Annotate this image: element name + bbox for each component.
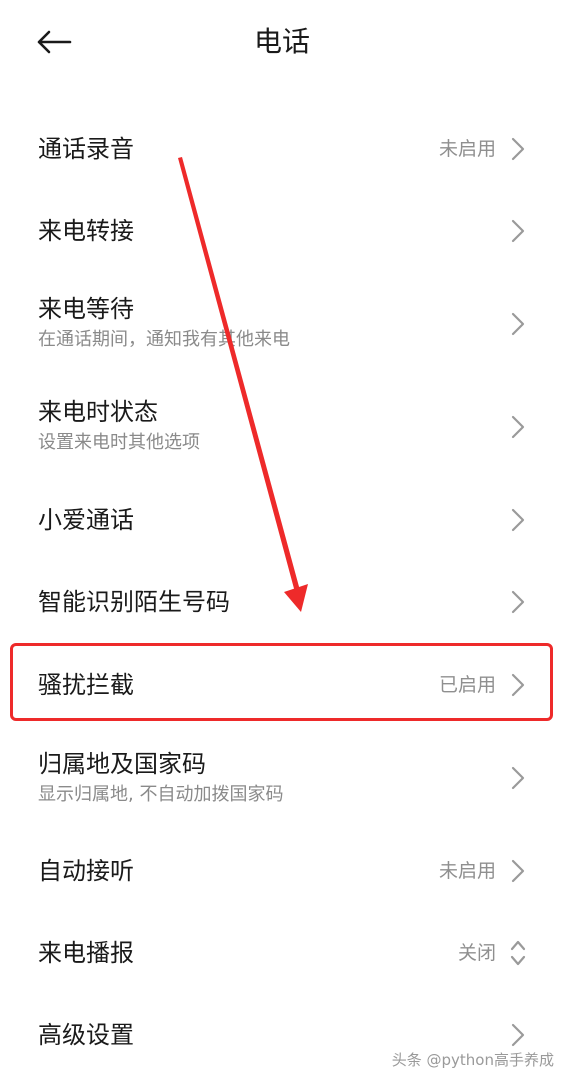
watermark: 头条 @python高手养成 — [391, 1051, 554, 1069]
settings-row-call-forwarding[interactable]: 来电转接 — [0, 190, 564, 272]
settings-row-incoming-call-status[interactable]: 来电时状态 设置来电时其他选项 — [0, 378, 564, 478]
settings-row-call-recording[interactable]: 通话录音 未启用 — [0, 108, 564, 190]
row-title: 来电播报 — [38, 939, 134, 967]
chevron-up-down-icon — [510, 940, 526, 966]
row-status: 未启用 — [438, 860, 496, 882]
page-title: 电话 — [253, 25, 310, 58]
row-title: 小爱通话 — [38, 506, 134, 534]
settings-row-caller-announcement[interactable]: 来电播报 关闭 — [0, 912, 564, 994]
row-title: 来电时状态 — [38, 398, 158, 426]
settings-row-call-waiting[interactable]: 来电等待 在通话期间，通知我有其他来电 — [0, 275, 564, 375]
highlight-box — [10, 643, 553, 721]
chevron-right-icon — [511, 508, 525, 532]
chevron-right-icon — [511, 859, 525, 883]
chevron-right-icon — [511, 590, 525, 614]
row-title: 来电等待 — [38, 295, 134, 323]
row-status: 未启用 — [438, 138, 496, 160]
row-status: 关闭 — [457, 942, 496, 964]
row-title: 来电转接 — [38, 217, 134, 245]
row-title: 智能识别陌生号码 — [38, 588, 230, 616]
settings-row-location-country-code[interactable]: 归属地及国家码 显示归属地, 不自动加拨国家码 — [0, 730, 564, 830]
settings-row-auto-answer[interactable]: 自动接听 未启用 — [0, 830, 564, 912]
settings-row-smart-caller-id[interactable]: 智能识别陌生号码 — [0, 562, 564, 644]
row-subtitle: 显示归属地, 不自动加拨国家码 — [38, 784, 284, 805]
settings-row-xiaoai-call[interactable]: 小爱通话 — [0, 480, 564, 562]
row-title: 自动接听 — [38, 857, 134, 885]
row-subtitle: 设置来电时其他选项 — [38, 432, 200, 453]
chevron-right-icon — [511, 766, 525, 790]
chevron-right-icon — [511, 219, 525, 243]
row-title: 高级设置 — [38, 1021, 134, 1049]
row-title: 归属地及国家码 — [38, 750, 206, 778]
row-subtitle: 在通话期间，通知我有其他来电 — [38, 329, 290, 350]
top-bar: 电话 — [0, 0, 564, 86]
row-title: 通话录音 — [38, 135, 134, 163]
chevron-right-icon — [511, 312, 525, 336]
chevron-right-icon — [511, 1023, 525, 1047]
chevron-right-icon — [511, 137, 525, 161]
chevron-right-icon — [511, 415, 525, 439]
